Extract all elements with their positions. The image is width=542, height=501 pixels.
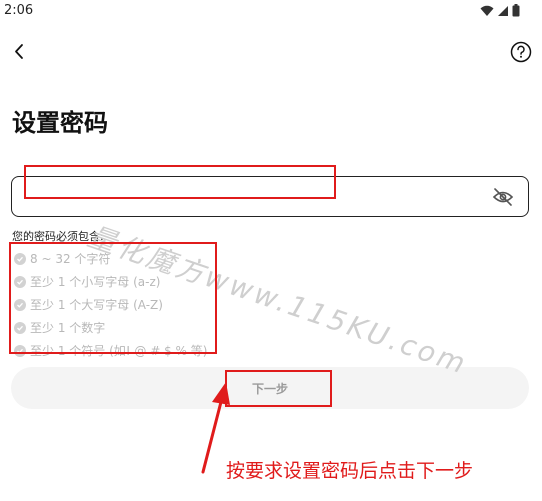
status-icons <box>480 4 520 17</box>
help-button[interactable] <box>510 41 532 63</box>
battery-icon <box>512 4 520 17</box>
back-button[interactable] <box>10 38 28 66</box>
signal-icon <box>498 5 508 16</box>
annotation-box-next <box>225 370 332 407</box>
nav-bar <box>0 28 542 76</box>
annotation-box-password <box>24 165 336 199</box>
status-bar: 2:06 <box>0 0 542 24</box>
annotation-box-requirements <box>9 242 217 354</box>
toggle-visibility-button[interactable] <box>492 187 514 207</box>
help-icon <box>510 41 532 63</box>
status-time: 2:06 <box>4 3 34 18</box>
page-title: 设置密码 <box>12 109 108 137</box>
annotation-text: 按要求设置密码后点击下一步 <box>226 460 474 482</box>
back-arrow-icon <box>15 44 23 59</box>
eye-off-icon <box>492 188 514 206</box>
wifi-icon <box>480 5 494 16</box>
